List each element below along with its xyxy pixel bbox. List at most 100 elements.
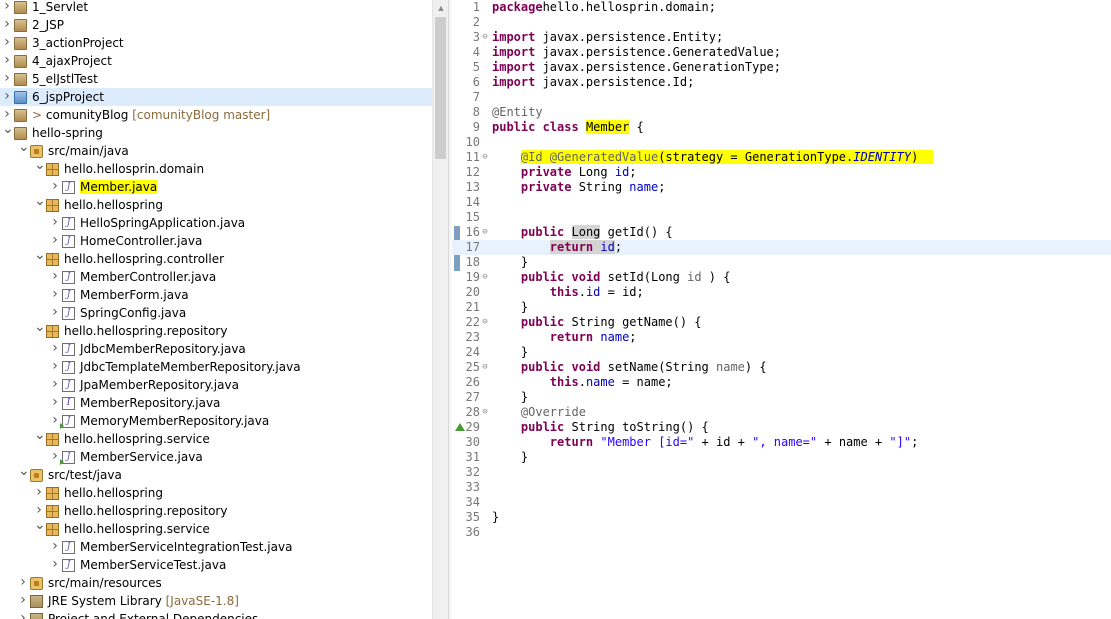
tree-item[interactable]: › hello.hellospring [0,484,432,502]
tree-item[interactable]: ⌄ hello.hellospring.repository [0,319,432,340]
code-line[interactable]: 21 } [452,300,1111,315]
code-line[interactable]: 6 import javax.persistence.Id; [452,75,1111,90]
code-line[interactable]: 15 [452,210,1111,225]
tree-item[interactable]: › J JpaMemberRepository.java [0,376,432,394]
fold-toggle-icon[interactable]: ⊖ [480,30,490,45]
tree-item[interactable]: › J MemberServiceIntegrationTest.java [0,538,432,556]
code-line[interactable]: 13 private String name; [452,180,1111,195]
tree-item[interactable]: ⌄ hello.hellospring.service [0,517,432,538]
fold-toggle-icon[interactable]: ⊖ [480,225,490,240]
tree-item[interactable]: › J JdbcMemberRepository.java [0,340,432,358]
tree-item[interactable]: › hello.hellospring.repository [0,502,432,520]
tree-item[interactable]: › J HomeController.java [0,232,432,250]
tree-item[interactable]: ⌄ src/main/java [0,139,432,160]
code-line[interactable]: 22 ⊖ public String getName() { [452,315,1111,330]
code-line[interactable]: 12 private Long id; [452,165,1111,180]
tree-item[interactable]: › 5_elJstlTest [0,70,432,88]
tree-item[interactable]: › 6_jspProject [0,88,432,106]
tree-item[interactable]: › J MemberController.java [0,268,432,286]
code-line[interactable]: 18 } [452,255,1111,270]
chevron-right-icon[interactable]: › [50,393,60,411]
code-line[interactable]: 33 [452,480,1111,495]
code-line[interactable]: 27 } [452,390,1111,405]
code-line[interactable]: 26 this.name = name; [452,375,1111,390]
chevron-down-icon[interactable]: ⌄ [34,426,46,444]
chevron-right-icon[interactable]: › [2,33,12,51]
chevron-right-icon[interactable]: › [50,447,60,465]
code-line[interactable]: 19 ⊖ public void setId(Long id ) { [452,270,1111,285]
tree-item[interactable]: › J MemoryMemberRepository.java [0,412,432,430]
tree-item[interactable]: ⌄ hello.hellospring.service [0,427,432,448]
code-line[interactable]: 35} [452,510,1111,525]
chevron-right-icon[interactable]: › [2,69,12,87]
code-line[interactable]: 5 import javax.persistence.GenerationType… [452,60,1111,75]
fold-toggle-icon[interactable]: ⊖ [480,270,490,285]
tree-item[interactable]: › J JdbcTemplateMemberRepository.java [0,358,432,376]
code-line[interactable]: 14 [452,195,1111,210]
chevron-right-icon[interactable]: › [50,231,60,249]
tree-item[interactable]: › Project and External Dependencies [0,610,432,619]
chevron-right-icon[interactable]: › [34,483,44,501]
tree-item[interactable]: › > comunityBlog [comunityBlog master] [0,106,432,124]
fold-toggle-icon[interactable]: ⊖ [480,360,490,375]
code-line[interactable]: 34 [452,495,1111,510]
code-line[interactable]: 25 ⊖ public void setName(String name) { [452,360,1111,375]
code-line[interactable]: 8 @Entity [452,105,1111,120]
scroll-up-icon[interactable]: ▲ [433,0,449,16]
chevron-right-icon[interactable]: › [50,177,60,195]
tree-item[interactable]: › J MemberForm.java [0,286,432,304]
view-divider[interactable] [448,0,451,619]
tree-item[interactable]: › I MemberRepository.java [0,394,432,412]
chevron-right-icon[interactable]: › [50,357,60,375]
tree-item[interactable]: › J Member.java [0,178,432,196]
tree-item[interactable]: › J MemberService.java [0,448,432,466]
code-line[interactable]: 3 ⊖ import javax.persistence.Entity; [452,30,1111,45]
chevron-down-icon[interactable]: ⌄ [18,138,30,156]
chevron-right-icon[interactable]: › [50,537,60,555]
chevron-down-icon[interactable]: ⌄ [34,156,46,174]
tree-item[interactable]: › src/main/resources [0,574,432,592]
tree-item[interactable]: › 3_actionProject [0,34,432,52]
chevron-right-icon[interactable]: › [50,303,60,321]
chevron-right-icon[interactable]: › [50,339,60,357]
chevron-down-icon[interactable]: ⌄ [2,120,14,138]
code-line[interactable]: 31 } [452,450,1111,465]
fold-toggle-icon[interactable]: ⊖ [480,315,490,330]
tree-item[interactable]: › 1_Servlet [0,0,432,16]
explorer-scrollbar[interactable]: ▲ [432,0,448,619]
chevron-down-icon[interactable]: ⌄ [34,516,46,534]
fold-toggle-icon[interactable]: ⊖ [480,405,490,420]
tree-item[interactable]: › JRE System Library [JavaSE-1.8] [0,592,432,610]
tree-item[interactable]: › 2_JSP [0,16,432,34]
tree-item[interactable]: ⌄ hello-spring [0,121,432,142]
code-line[interactable]: 16 ⊖ public Long getId() { [452,225,1111,240]
tree-item[interactable]: › J SpringConfig.java [0,304,432,322]
chevron-down-icon[interactable]: ⌄ [18,462,30,480]
tree-item[interactable]: ⌄ src/test/java [0,463,432,484]
chevron-right-icon[interactable]: › [2,15,12,33]
tree-item[interactable]: ⌄ hello.hellosprin.domain [0,157,432,178]
code-line[interactable]: 24 } [452,345,1111,360]
chevron-down-icon[interactable]: ⌄ [34,246,46,264]
chevron-right-icon[interactable]: › [50,375,60,393]
code-line[interactable]: 11 ⊖ @Id @GeneratedValue(strategy = Gener… [452,150,1111,165]
chevron-right-icon[interactable]: › [50,213,60,231]
code-line[interactable]: 17 return id; [452,240,1111,255]
code-line[interactable]: 32 [452,465,1111,480]
chevron-down-icon[interactable]: ⌄ [34,318,46,336]
code-line[interactable]: 2 [452,15,1111,30]
chevron-right-icon[interactable]: › [2,87,12,105]
code-line[interactable]: 36 [452,525,1111,540]
chevron-right-icon[interactable]: › [50,411,60,429]
fold-toggle-icon[interactable]: ⊖ [480,150,490,165]
code-line[interactable]: 23 return name; [452,330,1111,345]
code-editor[interactable]: 1 packagehello.hellosprin.domain; 2 3 ⊖ impor… [452,0,1111,619]
scroll-thumb[interactable] [435,17,446,159]
chevron-right-icon[interactable]: › [2,51,12,69]
tree-item[interactable]: › J HelloSpringApplication.java [0,214,432,232]
code-line[interactable]: 10 [452,135,1111,150]
tree-item[interactable]: › J MemberServiceTest.java [0,556,432,574]
code-line[interactable]: 30 return "Member [id=" + id + ", name="… [452,435,1111,450]
tree-item[interactable]: ⌄ hello.hellospring [0,193,432,214]
code-line[interactable]: 28 ⊖ @Override [452,405,1111,420]
